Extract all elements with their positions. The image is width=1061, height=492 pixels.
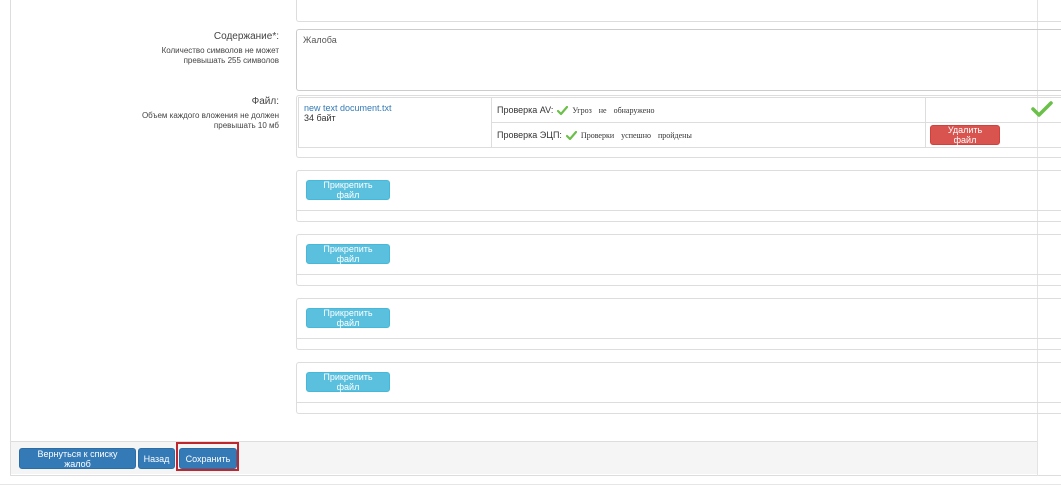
file-field-label: Файл:: [251, 96, 279, 107]
previous-field-box: [296, 0, 1061, 22]
content-field-label: Содержание*:: [213, 31, 279, 42]
check-icon: [557, 105, 569, 115]
content-field-label-group: Содержание*: Количество символов не може…: [162, 31, 279, 66]
check-icon: [1031, 101, 1053, 117]
content-textarea[interactable]: Жалоба: [296, 29, 1061, 91]
attach-file-button[interactable]: Прикрепить файл: [306, 308, 390, 328]
back-to-list-button[interactable]: Вернуться к списку жалоб: [19, 448, 136, 469]
file-status-cell: [925, 97, 1061, 123]
attach-slot-inner: [297, 363, 1061, 403]
save-button-highlight: [176, 442, 239, 471]
attach-file-button[interactable]: Прикрепить файл: [306, 180, 390, 200]
file-info-cell: new text document.txt 34 байт: [298, 97, 492, 148]
content-textarea-value: Жалоба: [303, 35, 337, 45]
ecp-check-status: Проверки успешно пройдены: [580, 130, 692, 140]
attach-slot-4: Прикрепить файл: [296, 362, 1061, 414]
attach-slot-inner: [297, 171, 1061, 211]
attach-file-button[interactable]: Прикрепить файл: [306, 372, 390, 392]
delete-file-cell: Удалить файл: [925, 122, 1061, 148]
file-field-hint-1: Объем каждого вложения не должен: [141, 110, 279, 120]
av-check-cell: Проверка AV: Угроз не обнаружено: [491, 97, 926, 123]
file-size: 34 байт: [304, 113, 336, 123]
attach-slot-inner: [297, 299, 1061, 339]
page-bottom-divider: [0, 484, 1061, 485]
attach-slot-inner: [297, 235, 1061, 275]
av-check-status: Угроз не обнаружено: [572, 105, 655, 115]
content-field-hint-2: превышать 255 символов: [183, 55, 279, 65]
uploaded-file-table: new text document.txt 34 байт Проверка A…: [298, 97, 1061, 148]
uploaded-file-block: new text document.txt 34 байт Проверка A…: [296, 95, 1061, 158]
file-field-hint-2: превышать 10 мб: [213, 120, 279, 130]
ecp-check-label: Проверка ЭЦП:: [497, 130, 562, 140]
content-field-hint-1: Количество символов не может: [161, 45, 279, 55]
back-button[interactable]: Назад: [138, 448, 175, 469]
check-icon: [565, 130, 577, 140]
ecp-check-cell: Проверка ЭЦП: Проверки успешно пройдены: [491, 122, 926, 148]
av-check-label: Проверка AV:: [497, 105, 554, 115]
attach-slot-1: Прикрепить файл: [296, 170, 1061, 222]
delete-file-button[interactable]: Удалить файл: [930, 125, 1000, 145]
attach-file-button[interactable]: Прикрепить файл: [306, 244, 390, 264]
attach-slot-3: Прикрепить файл: [296, 298, 1061, 350]
file-name-link[interactable]: new text document.txt: [304, 103, 486, 113]
form-footer: Вернуться к списку жалоб Назад Сохранить: [11, 441, 1037, 474]
attach-slot-2: Прикрепить файл: [296, 234, 1061, 286]
file-field-label-group: Файл: Объем каждого вложения не должен п…: [142, 96, 279, 131]
